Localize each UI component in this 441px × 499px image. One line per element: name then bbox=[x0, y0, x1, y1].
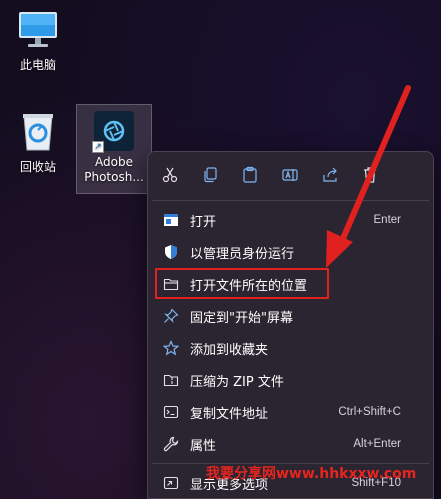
desktop-icon-label: 回收站 bbox=[19, 160, 56, 174]
desktop-icon-label: Adobe Photosh... bbox=[78, 155, 150, 185]
desktop-icon-label-line1: Adobe bbox=[95, 155, 133, 169]
menu-item-run-as-admin[interactable]: 以管理员身份运行 bbox=[152, 237, 429, 267]
app-window-icon bbox=[162, 211, 180, 229]
shield-icon bbox=[162, 243, 180, 261]
recycle-bin-icon bbox=[23, 114, 53, 151]
rename-button[interactable] bbox=[278, 163, 302, 187]
context-menu-toolbar bbox=[148, 152, 433, 198]
zip-folder-icon bbox=[162, 371, 180, 389]
menu-item-pin-to-start[interactable]: 固定到"开始"屏幕 bbox=[152, 301, 429, 331]
menu-item-compress-zip[interactable]: 压缩为 ZIP 文件 bbox=[152, 365, 429, 395]
scissors-icon bbox=[162, 167, 178, 183]
highlight-box bbox=[155, 268, 329, 299]
menu-item-properties[interactable]: 属性 Alt+Enter bbox=[152, 429, 429, 459]
share-button[interactable] bbox=[318, 163, 342, 187]
menu-item-open[interactable]: 打开 Enter bbox=[152, 205, 429, 235]
menu-item-label: 以管理员身份运行 bbox=[190, 246, 295, 262]
menu-item-add-to-favorites[interactable]: 添加到收藏夹 bbox=[152, 333, 429, 363]
menu-item-label: 复制文件地址 bbox=[190, 406, 269, 422]
delete-button[interactable] bbox=[358, 163, 382, 187]
share-icon bbox=[323, 167, 337, 182]
menu-item-copy-as-path[interactable]: 复制文件地址 Ctrl+Shift+C bbox=[152, 397, 429, 427]
watermark-text: 我要分享网www.hhkxxw.com bbox=[206, 466, 417, 482]
desktop-icon-recycle-bin[interactable]: 回收站 bbox=[2, 110, 74, 175]
pin-icon bbox=[162, 307, 180, 325]
copy-button[interactable] bbox=[198, 163, 222, 187]
menu-item-label: 添加到收藏夹 bbox=[190, 342, 269, 358]
paste-icon bbox=[243, 166, 257, 183]
menu-item-label: 属性 bbox=[190, 438, 217, 454]
desktop-icon-label-line2: Photosh... bbox=[84, 170, 144, 184]
trash-icon bbox=[364, 167, 376, 183]
menu-separator bbox=[152, 200, 429, 201]
desktop-icon-label: 此电脑 bbox=[19, 58, 56, 72]
menu-item-shortcut: Ctrl+Shift+C bbox=[338, 406, 401, 418]
copy-path-icon bbox=[162, 403, 180, 421]
paste-button[interactable] bbox=[238, 163, 262, 187]
menu-item-label: 固定到"开始"屏幕 bbox=[190, 310, 293, 326]
wrench-icon bbox=[162, 435, 180, 453]
copy-icon bbox=[204, 167, 217, 183]
shortcut-arrow-icon: ↗ bbox=[92, 141, 104, 153]
rename-icon bbox=[282, 169, 298, 181]
desktop-icon-photoshop-express[interactable]: ↗ Adobe Photosh... bbox=[76, 104, 152, 194]
desktop-icon-this-pc[interactable]: 此电脑 bbox=[2, 8, 74, 73]
photoshop-express-icon: ↗ bbox=[92, 111, 134, 153]
more-options-icon bbox=[162, 474, 180, 492]
menu-item-shortcut: Enter bbox=[373, 214, 402, 226]
menu-item-label: 压缩为 ZIP 文件 bbox=[190, 374, 284, 390]
menu-item-shortcut: Alt+Enter bbox=[353, 438, 401, 450]
cut-button[interactable] bbox=[158, 163, 182, 187]
monitor-icon bbox=[19, 12, 57, 47]
star-icon bbox=[162, 339, 180, 357]
menu-item-label: 打开 bbox=[190, 214, 217, 230]
context-menu: 打开 Enter 以管理员身份运行 打开文件所在的位置 固定到"开始"屏幕 添加… bbox=[147, 151, 434, 499]
